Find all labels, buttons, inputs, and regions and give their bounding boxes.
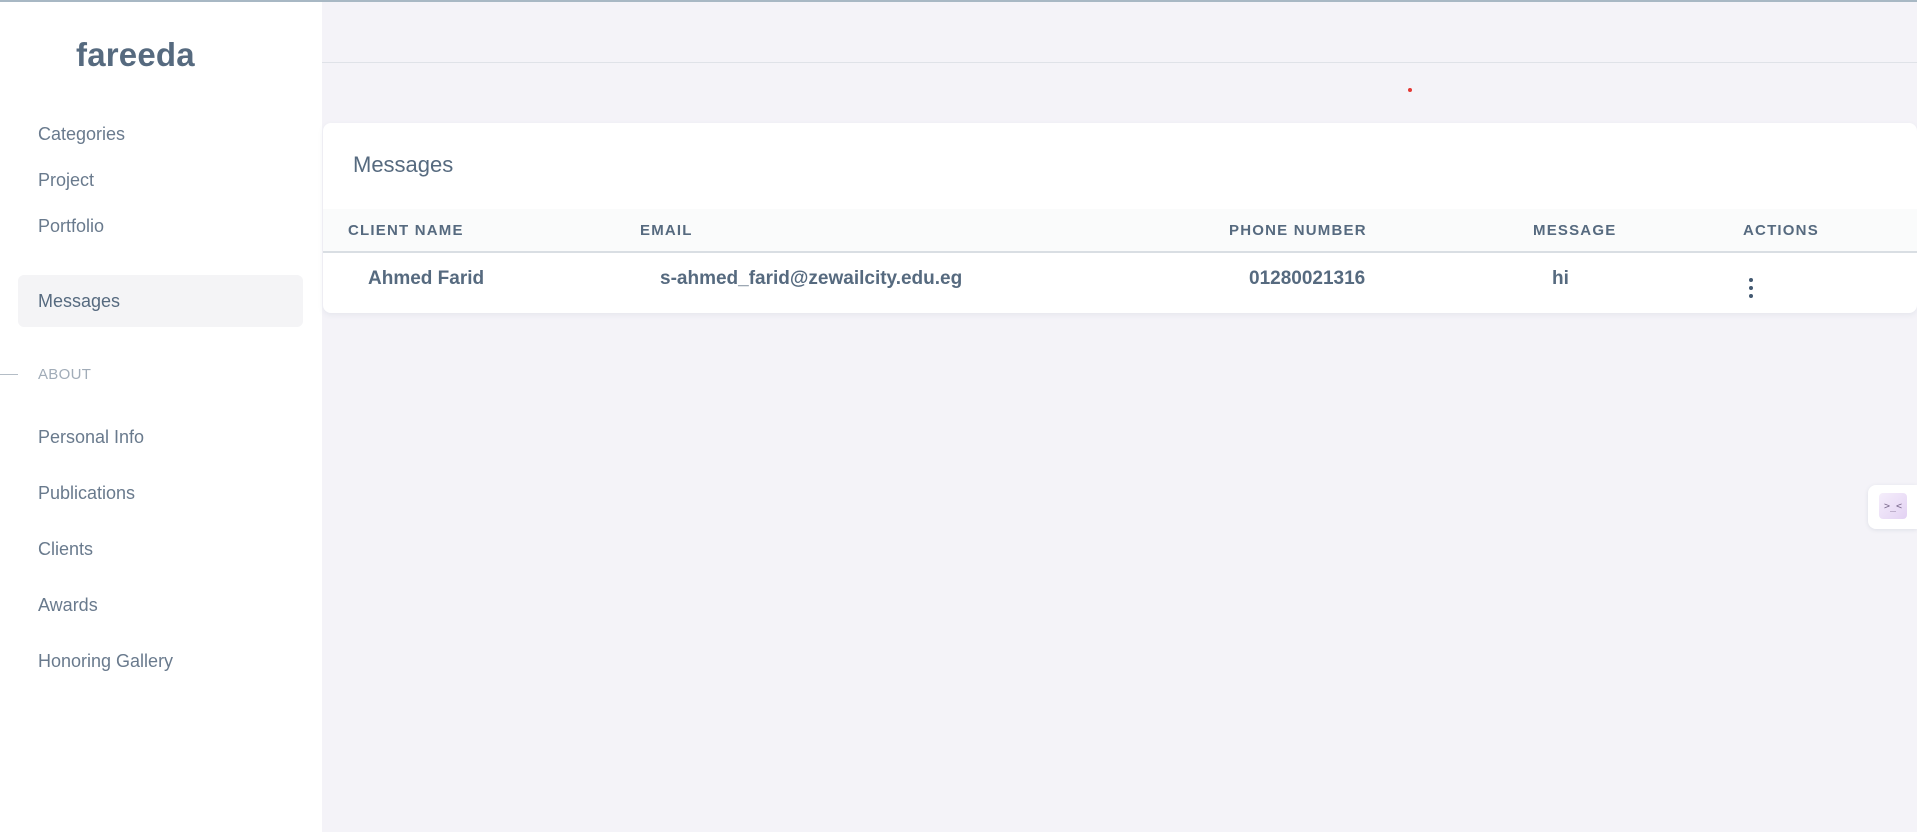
sidebar-item-honoring-gallery[interactable]: Honoring Gallery: [18, 635, 303, 687]
table-header: CLIENT NAME EMAIL PHONE NUMBER MESSAGE A…: [323, 209, 1917, 253]
cell-client-name: Ahmed Farid: [368, 268, 485, 289]
section-divider: [0, 373, 18, 375]
sidebar-item-portfolio[interactable]: Portfolio: [18, 200, 303, 252]
sidebar-item-label: Portfolio: [38, 215, 105, 236]
section-label: ABOUT: [38, 365, 92, 383]
cell-message: hi: [1552, 268, 1569, 289]
sidebar-item-label: Personal Info: [38, 426, 145, 447]
sidebar-item-project[interactable]: Project: [18, 154, 303, 206]
brand-logo[interactable]: fareeda: [76, 36, 195, 74]
sidebar-item-messages[interactable]: Messages: [18, 275, 303, 327]
sidebar-item-label: Clients: [38, 538, 94, 559]
sidebar: fareeda Categories Project Portfolio Mes…: [0, 2, 322, 832]
customizer-toggle-button[interactable]: >_<: [1868, 485, 1917, 529]
column-header-phone-number: PHONE NUMBER: [1229, 221, 1367, 239]
column-header-message: MESSAGE: [1533, 221, 1617, 239]
sidebar-section-header: ABOUT: [0, 362, 322, 386]
sidebar-item-personal-info[interactable]: Personal Info: [18, 411, 303, 463]
column-header-client-name: CLIENT NAME: [348, 221, 464, 239]
sidebar-item-label: Honoring Gallery: [38, 650, 174, 671]
sidebar-item-awards[interactable]: Awards: [18, 579, 303, 631]
sidebar-item-label: Project: [38, 169, 95, 190]
cell-phone-number: 01280021316: [1249, 268, 1366, 289]
messages-card: Messages CLIENT NAME EMAIL PHONE NUMBER …: [323, 123, 1917, 313]
sidebar-item-publications[interactable]: Publications: [18, 467, 303, 519]
sidebar-item-label: Awards: [38, 594, 98, 615]
more-vertical-icon[interactable]: [1747, 278, 1755, 298]
sidebar-item-label: Messages: [38, 290, 121, 311]
customizer-icon: >_<: [1879, 493, 1907, 519]
card-title: Messages: [353, 152, 454, 177]
column-header-actions: ACTIONS: [1743, 221, 1819, 239]
sidebar-item-label: Categories: [38, 123, 126, 144]
top-navbar: [322, 2, 1917, 63]
sidebar-item-label: Publications: [38, 482, 136, 503]
cell-email: s-ahmed_farid@zewailcity.edu.eg: [660, 268, 963, 289]
sidebar-item-clients[interactable]: Clients: [18, 523, 303, 575]
notification-dot: [1408, 88, 1412, 92]
column-header-email: EMAIL: [640, 221, 693, 239]
sidebar-item-categories[interactable]: Categories: [18, 108, 303, 160]
